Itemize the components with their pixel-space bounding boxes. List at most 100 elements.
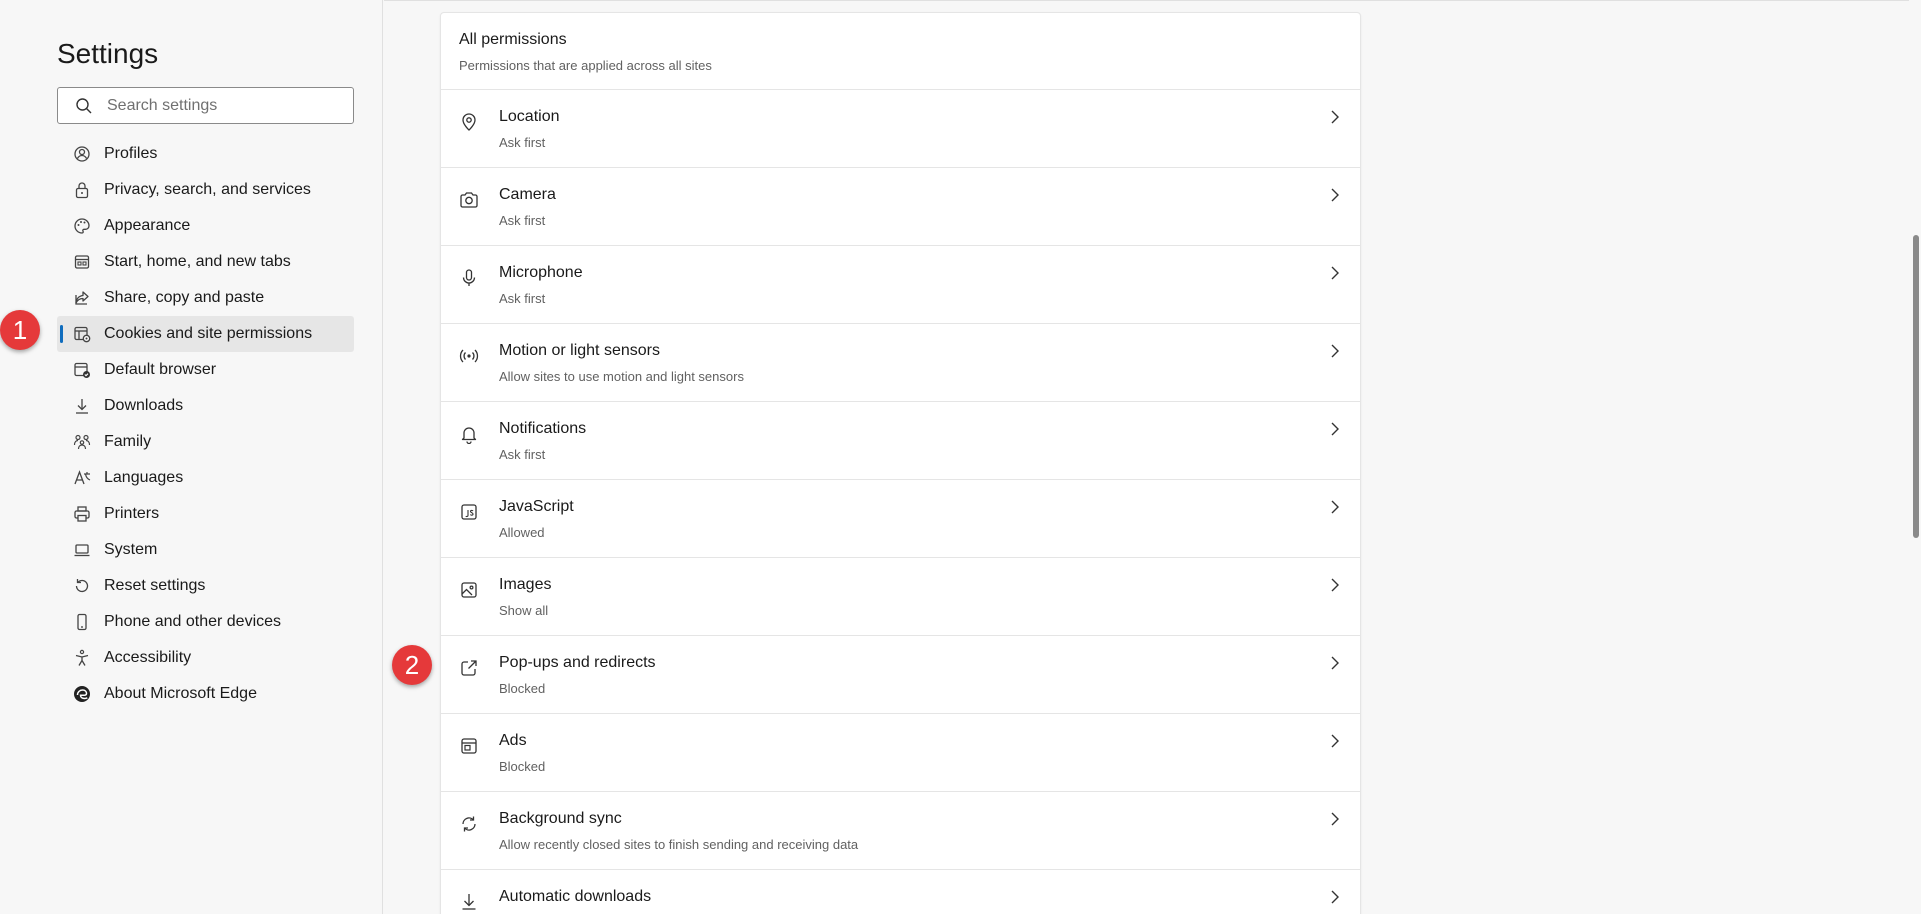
reset-icon [72,576,92,596]
card-header: All permissions Permissions that are app… [441,13,1360,90]
sidebar-item-label: Family [104,433,152,450]
permission-images[interactable]: Images Show all [441,558,1360,636]
permission-title: Ads [499,732,527,749]
permission-title: Motion or light sensors [499,342,660,359]
download-icon [72,396,92,416]
permission-title: Camera [499,186,556,203]
sidebar-item-label: Accessibility [104,649,192,666]
permission-title: Microphone [499,264,583,281]
sidebar-item-label: About Microsoft Edge [104,685,257,702]
step-marker-2: 2 [392,645,432,685]
permission-background-sync[interactable]: Background sync Allow recently closed si… [441,792,1360,870]
permission-title: JavaScript [499,498,574,515]
permission-desc: Ask first [499,447,546,462]
javascript-icon [459,502,479,522]
sidebar-item-accessibility[interactable]: Accessibility [57,640,354,676]
permission-desc: Allow recently closed sites to finish se… [499,837,859,852]
sidebar-item-downloads[interactable]: Downloads [57,388,354,424]
permission-desc: Ask first [499,213,546,228]
chevron-right-icon [1328,654,1342,672]
palette-icon [72,216,92,236]
card-title: All permissions [459,31,567,48]
search-box[interactable] [57,87,354,124]
accessibility-icon [72,648,92,668]
search-icon [75,97,93,115]
sidebar-item-start-home[interactable]: Start, home, and new tabs [57,244,354,280]
microphone-icon [459,268,479,288]
sidebar-item-family[interactable]: Family [57,424,354,460]
lock-icon [72,180,92,200]
permission-desc: Blocked [499,759,546,774]
settings-nav: Profiles Privacy, search, and services A… [57,136,354,712]
sidebar-item-default-browser[interactable]: Default browser [57,352,354,388]
edge-logo-icon [72,684,92,704]
sidebar-item-appearance[interactable]: Appearance [57,208,354,244]
chevron-right-icon [1328,888,1342,906]
sidebar-item-label: System [104,541,158,558]
permission-title: Background sync [499,810,622,827]
permission-desc: Allow sites to use motion and light sens… [499,369,744,384]
sidebar-item-label: Printers [104,505,160,522]
bell-icon [459,424,479,444]
sidebar-item-cookies[interactable]: Cookies and site permissions [57,316,354,352]
sidebar-item-label: Downloads [104,397,184,414]
chevron-right-icon [1328,420,1342,438]
permission-popups[interactable]: Pop-ups and redirects Blocked [441,636,1360,714]
permission-javascript[interactable]: JavaScript Allowed [441,480,1360,558]
sidebar-item-profiles[interactable]: Profiles [57,136,354,172]
sidebar-item-languages[interactable]: Languages [57,460,354,496]
sidebar-item-about[interactable]: About Microsoft Edge [57,676,354,712]
popup-icon [459,658,479,678]
sidebar-item-system[interactable]: System [57,532,354,568]
chevron-right-icon [1328,498,1342,516]
sidebar-item-phone[interactable]: Phone and other devices [57,604,354,640]
default-browser-icon [72,360,92,380]
search-input[interactable] [107,96,337,115]
permission-ads[interactable]: Ads Blocked [441,714,1360,792]
all-permissions-card: All permissions Permissions that are app… [440,12,1361,914]
sidebar-item-share[interactable]: Share, copy and paste [57,280,354,316]
sync-icon [459,814,479,834]
sidebar-item-label: Default browser [104,361,217,378]
permission-notifications[interactable]: Notifications Ask first [441,402,1360,480]
permission-desc: Ask first [499,291,546,306]
cookies-permissions-icon [72,324,92,344]
sidebar-item-label: Languages [104,469,184,486]
scrollbar[interactable] [1909,0,1921,914]
permission-title: Automatic downloads [499,888,652,905]
chevron-right-icon [1328,108,1342,126]
permission-microphone[interactable]: Microphone Ask first [441,246,1360,324]
download-icon [459,892,479,912]
camera-icon [459,190,479,210]
permission-title: Notifications [499,420,587,437]
chevron-right-icon [1328,264,1342,282]
permission-location[interactable]: Location Ask first [441,90,1360,168]
sidebar-item-reset[interactable]: Reset settings [57,568,354,604]
chevron-right-icon [1328,576,1342,594]
permission-title: Images [499,576,552,593]
sidebar-item-printers[interactable]: Printers [57,496,354,532]
sidebar-item-privacy[interactable]: Privacy, search, and services [57,172,354,208]
permission-desc: Allowed [499,525,545,540]
permission-camera[interactable]: Camera Ask first [441,168,1360,246]
sidebar-item-label: Share, copy and paste [104,289,265,306]
step-marker-1: 1 [0,310,40,350]
permission-desc: Ask first [499,135,546,150]
sidebar-item-label: Reset settings [104,577,206,594]
permission-desc: Show all [499,603,549,618]
sidebar-item-label: Appearance [104,217,191,234]
chevron-right-icon [1328,186,1342,204]
chevron-right-icon [1328,342,1342,360]
phone-icon [72,612,92,632]
permission-automatic-downloads[interactable]: Automatic downloads [441,870,1360,914]
share-icon [72,288,92,308]
languages-icon [72,468,92,488]
permission-desc: Blocked [499,681,546,696]
top-divider [384,0,1921,1]
permission-motion-sensors[interactable]: Motion or light sensors Allow sites to u… [441,324,1360,402]
scrollbar-thumb[interactable] [1913,235,1919,538]
sidebar-item-label: Start, home, and new tabs [104,253,291,270]
laptop-icon [72,540,92,560]
settings-sidebar: Settings Profiles Privacy, search, and s… [0,0,383,914]
settings-title: Settings [57,38,159,69]
